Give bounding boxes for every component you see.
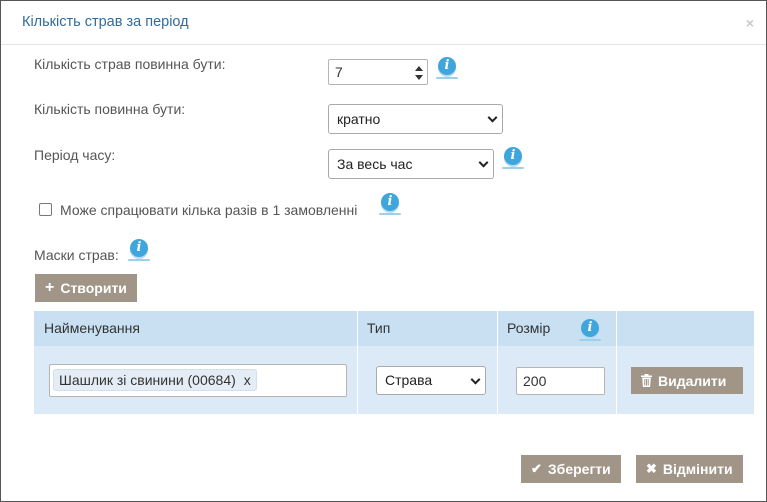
column-header-name: Найменування bbox=[44, 320, 140, 336]
period-label: Період часу: bbox=[34, 147, 116, 163]
multi-trigger-label[interactable]: Може спрацювати кілька разів в 1 замовле… bbox=[60, 202, 357, 218]
dish-count-label: Кількість страв повинна бути: bbox=[34, 56, 226, 72]
type-select[interactable]: Страва bbox=[376, 366, 486, 395]
delete-button[interactable]: Видалити bbox=[631, 367, 743, 394]
trash-icon bbox=[641, 374, 652, 387]
spin-up-icon[interactable] bbox=[415, 66, 423, 71]
period-selected-value: За весь час bbox=[337, 156, 413, 172]
create-button-label: Створити bbox=[60, 280, 127, 296]
save-button-label: Зберегти bbox=[547, 461, 611, 477]
info-icon[interactable]: i bbox=[579, 319, 601, 341]
multiplicity-select[interactable]: кратно bbox=[328, 104, 503, 134]
column-divider bbox=[497, 311, 498, 414]
chevron-down-icon bbox=[470, 374, 481, 385]
column-header-type: Тип bbox=[367, 320, 391, 336]
dish-tag: Шашлик зі свинини (00684) x bbox=[53, 369, 257, 391]
tag-remove-icon[interactable]: x bbox=[244, 370, 251, 390]
cancel-button[interactable]: ✖ Відмінити bbox=[636, 455, 743, 483]
dish-tag-label: Шашлик зі свинини (00684) bbox=[59, 372, 236, 388]
column-divider bbox=[616, 311, 617, 414]
dialog-header: Кількість страв за період × bbox=[1, 1, 766, 45]
check-icon: ✔ bbox=[531, 461, 542, 476]
table-header bbox=[34, 311, 754, 346]
cancel-button-label: Відмінити bbox=[662, 461, 733, 477]
column-header-size: Розмір bbox=[507, 320, 551, 336]
dialog-title: Кількість страв за період bbox=[22, 14, 189, 30]
info-icon[interactable]: i bbox=[502, 147, 524, 169]
size-input[interactable]: 200 bbox=[516, 367, 605, 395]
type-selected-value: Страва bbox=[385, 372, 433, 388]
masks-label: Маски страв: bbox=[34, 247, 119, 263]
info-icon[interactable]: i bbox=[436, 57, 458, 79]
save-button[interactable]: ✔ Зберегти bbox=[521, 455, 621, 483]
info-icon[interactable]: i bbox=[379, 193, 401, 215]
plus-icon: + bbox=[45, 279, 55, 296]
create-button[interactable]: + Створити bbox=[35, 274, 137, 302]
size-value: 200 bbox=[523, 373, 547, 389]
modal-dialog: Кількість страв за період × Кількість ст… bbox=[0, 0, 767, 502]
column-divider bbox=[357, 311, 358, 414]
chevron-down-icon bbox=[487, 112, 498, 123]
delete-button-label: Видалити bbox=[658, 372, 727, 389]
spin-down-icon[interactable] bbox=[415, 75, 423, 80]
dish-count-input[interactable]: 7 bbox=[328, 59, 428, 85]
dish-mask-input[interactable]: Шашлик зі свинини (00684) x bbox=[49, 364, 347, 397]
dish-count-value: 7 bbox=[335, 64, 343, 80]
multiplicity-selected-value: кратно bbox=[337, 111, 381, 127]
info-icon[interactable]: i bbox=[128, 239, 150, 261]
number-spinner[interactable] bbox=[414, 62, 424, 84]
chevron-down-icon bbox=[478, 157, 489, 168]
close-icon[interactable]: × bbox=[746, 15, 754, 31]
times-icon: ✖ bbox=[646, 461, 657, 476]
multiplicity-label: Кількість повинна бути: bbox=[34, 101, 186, 117]
period-select[interactable]: За весь час bbox=[328, 149, 494, 179]
multi-trigger-checkbox[interactable] bbox=[39, 203, 52, 216]
